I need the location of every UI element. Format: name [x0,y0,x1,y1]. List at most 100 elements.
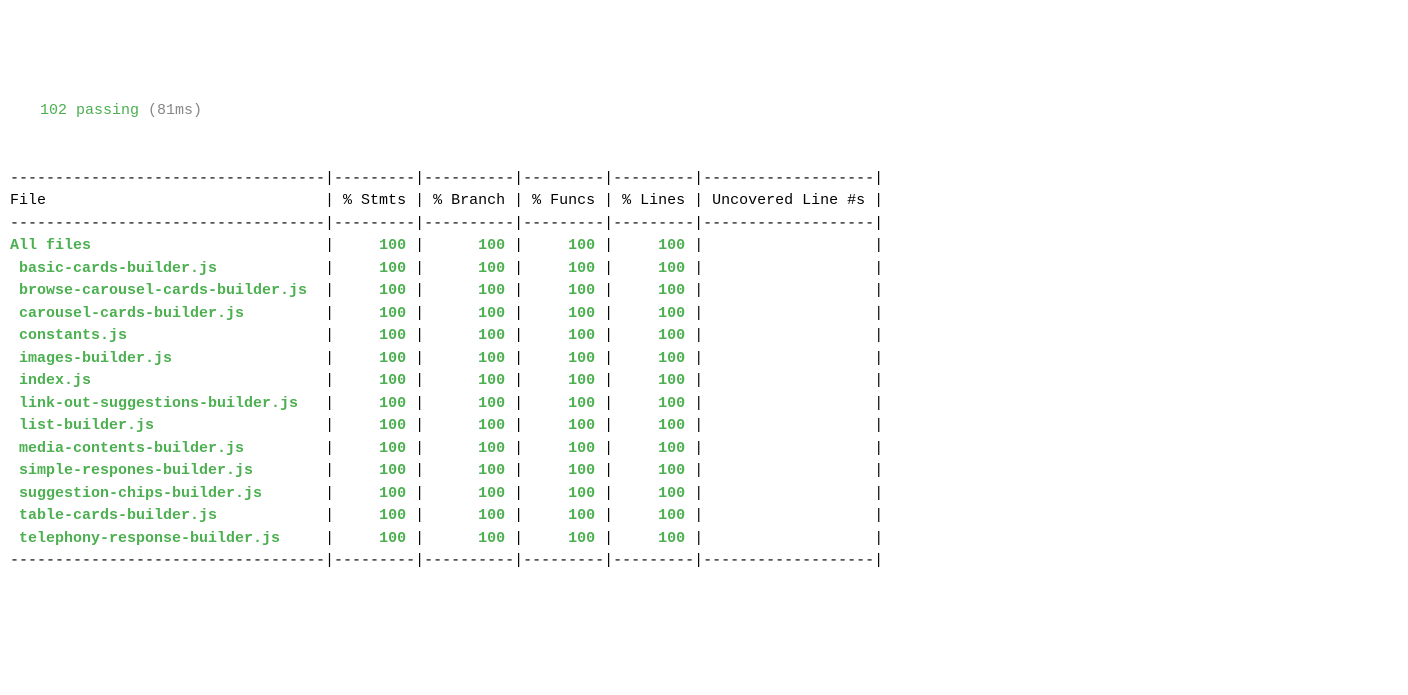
uncovered-cell [703,485,874,502]
funcs-cell: 100 [523,237,604,254]
file-cell: images-builder.js [10,350,325,367]
file-cell: All files [10,237,325,254]
lines-cell: 100 [613,507,694,524]
file-cell: suggestion-chips-builder.js [10,485,325,502]
branch-cell: 100 [424,237,514,254]
table-row: constants.js | 100 | 100 | 100 | 100 | | [10,327,883,344]
file-cell: media-contents-builder.js [10,440,325,457]
branch-cell: 100 [424,530,514,547]
table-separator: -----------------------------------|----… [10,215,883,232]
branch-cell: 100 [424,372,514,389]
file-cell: table-cards-builder.js [10,507,325,524]
file-cell: list-builder.js [10,417,325,434]
stmts-cell: 100 [334,462,415,479]
stmts-cell: 100 [334,485,415,502]
table-row: images-builder.js | 100 | 100 | 100 | 10… [10,350,883,367]
stmts-cell: 100 [334,260,415,277]
lines-cell: 100 [613,305,694,322]
branch-cell: 100 [424,260,514,277]
table-row: browse-carousel-cards-builder.js | 100 |… [10,282,883,299]
table-row: table-cards-builder.js | 100 | 100 | 100… [10,507,883,524]
funcs-cell: 100 [523,462,604,479]
table-row: list-builder.js | 100 | 100 | 100 | 100 … [10,417,883,434]
branch-cell: 100 [424,417,514,434]
uncovered-cell [703,417,874,434]
coverage-report: 102 passing (81ms) ---------------------… [10,100,1398,573]
lines-cell: 100 [613,440,694,457]
funcs-cell: 100 [523,327,604,344]
branch-cell: 100 [424,327,514,344]
funcs-cell: 100 [523,485,604,502]
file-cell: constants.js [10,327,325,344]
file-cell: basic-cards-builder.js [10,260,325,277]
table-separator: -----------------------------------|----… [10,170,883,187]
uncovered-cell [703,305,874,322]
file-cell: index.js [10,372,325,389]
uncovered-cell [703,462,874,479]
funcs-cell: 100 [523,417,604,434]
lines-cell: 100 [613,237,694,254]
lines-cell: 100 [613,260,694,277]
stmts-cell: 100 [334,282,415,299]
uncovered-cell [703,395,874,412]
lines-cell: 100 [613,462,694,479]
passing-count: 102 passing [40,102,139,119]
stmts-cell: 100 [334,350,415,367]
table-row: telephony-response-builder.js | 100 | 10… [10,530,883,547]
lines-cell: 100 [613,530,694,547]
branch-cell: 100 [424,440,514,457]
uncovered-cell [703,327,874,344]
lines-cell: 100 [613,417,694,434]
funcs-cell: 100 [523,395,604,412]
file-cell: link-out-suggestions-builder.js [10,395,325,412]
stmts-cell: 100 [334,507,415,524]
table-row: basic-cards-builder.js | 100 | 100 | 100… [10,260,883,277]
funcs-cell: 100 [523,350,604,367]
uncovered-cell [703,282,874,299]
funcs-cell: 100 [523,305,604,322]
stmts-cell: 100 [334,305,415,322]
table-header-row: File | % Stmts | % Branch | % Funcs | % … [10,192,883,209]
branch-cell: 100 [424,350,514,367]
branch-cell: 100 [424,305,514,322]
uncovered-cell [703,260,874,277]
lines-cell: 100 [613,485,694,502]
uncovered-cell [703,530,874,547]
funcs-cell: 100 [523,507,604,524]
table-row: suggestion-chips-builder.js | 100 | 100 … [10,485,883,502]
uncovered-cell [703,440,874,457]
table-row: carousel-cards-builder.js | 100 | 100 | … [10,305,883,322]
test-summary: 102 passing (81ms) [10,100,1398,123]
uncovered-cell [703,507,874,524]
lines-cell: 100 [613,372,694,389]
lines-cell: 100 [613,327,694,344]
stmts-cell: 100 [334,395,415,412]
funcs-cell: 100 [523,372,604,389]
funcs-cell: 100 [523,260,604,277]
file-cell: telephony-response-builder.js [10,530,325,547]
stmts-cell: 100 [334,327,415,344]
table-row: All files | 100 | 100 | 100 | 100 | | [10,237,883,254]
stmts-cell: 100 [334,440,415,457]
table-separator: -----------------------------------|----… [10,552,883,569]
branch-cell: 100 [424,462,514,479]
branch-cell: 100 [424,282,514,299]
lines-cell: 100 [613,350,694,367]
stmts-cell: 100 [334,237,415,254]
file-cell: browse-carousel-cards-builder.js [10,282,325,299]
lines-cell: 100 [613,282,694,299]
table-row: simple-respones-builder.js | 100 | 100 |… [10,462,883,479]
uncovered-cell [703,372,874,389]
lines-cell: 100 [613,395,694,412]
table-row: media-contents-builder.js | 100 | 100 | … [10,440,883,457]
funcs-cell: 100 [523,530,604,547]
table-row: link-out-suggestions-builder.js | 100 | … [10,395,883,412]
funcs-cell: 100 [523,440,604,457]
file-cell: carousel-cards-builder.js [10,305,325,322]
stmts-cell: 100 [334,417,415,434]
uncovered-cell [703,350,874,367]
table-row: index.js | 100 | 100 | 100 | 100 | | [10,372,883,389]
passing-time: (81ms) [148,102,202,119]
uncovered-cell [703,237,874,254]
branch-cell: 100 [424,395,514,412]
